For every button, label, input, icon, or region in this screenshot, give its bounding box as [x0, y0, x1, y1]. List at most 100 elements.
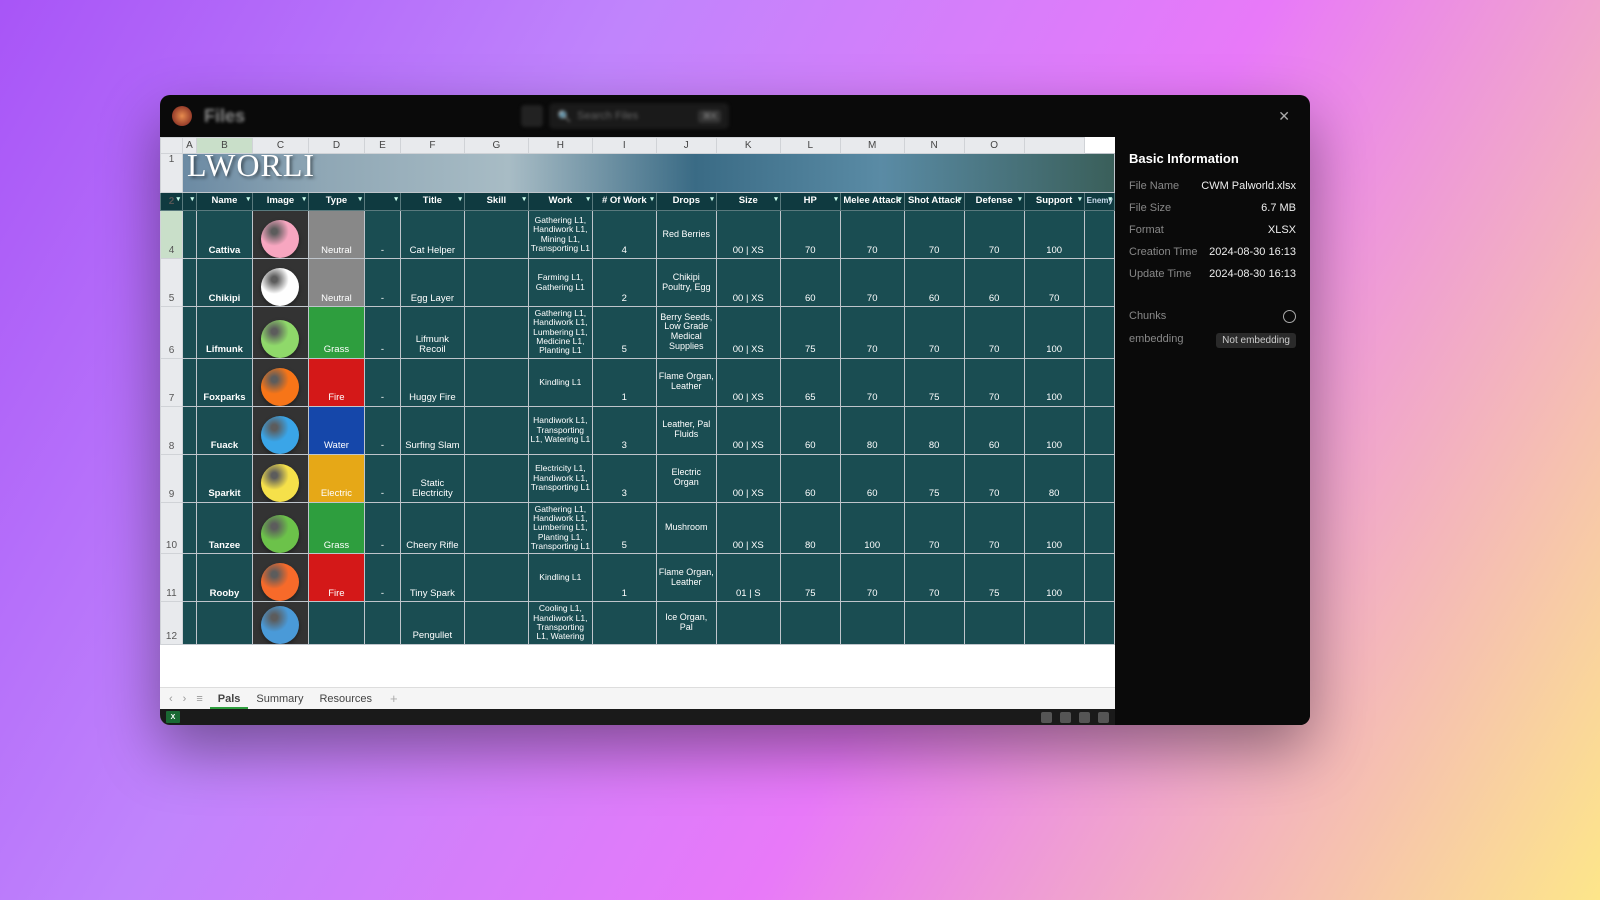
- column-filter-type[interactable]: Type: [308, 193, 364, 211]
- cell-name[interactable]: Fuack: [196, 406, 252, 454]
- row-header[interactable]: 5: [161, 259, 183, 307]
- cell-image[interactable]: [252, 259, 308, 307]
- cell-sup[interactable]: 70: [1024, 259, 1084, 307]
- cell[interactable]: [182, 454, 196, 502]
- cell-size[interactable]: 01 | S: [716, 554, 780, 602]
- cell-skill[interactable]: [464, 307, 528, 359]
- cell[interactable]: -: [364, 307, 400, 359]
- cell-size[interactable]: 00 | XS: [716, 454, 780, 502]
- cell-shot[interactable]: 70: [904, 307, 964, 359]
- column-filter-skill[interactable]: Skill: [464, 193, 528, 211]
- cell-size[interactable]: 00 | XS: [716, 358, 780, 406]
- cell-melee[interactable]: 70: [840, 358, 904, 406]
- cell[interactable]: [364, 602, 400, 644]
- tab-prev-icon[interactable]: ‹: [166, 693, 176, 705]
- cell[interactable]: [1084, 554, 1114, 602]
- cell-name[interactable]: Rooby: [196, 554, 252, 602]
- cell-hp[interactable]: 80: [780, 502, 840, 554]
- row-header[interactable]: 10: [161, 502, 183, 554]
- column-filter-support[interactable]: Support: [1024, 193, 1084, 211]
- cell-title[interactable]: Cat Helper: [400, 211, 464, 259]
- cell-size[interactable]: 00 | XS: [716, 307, 780, 359]
- cell-skill[interactable]: [464, 554, 528, 602]
- cell-melee[interactable]: [840, 602, 904, 644]
- column-filter-drops[interactable]: Drops: [656, 193, 716, 211]
- cell-sup[interactable]: 100: [1024, 358, 1084, 406]
- cell-hp[interactable]: 60: [780, 454, 840, 502]
- cell-shot[interactable]: 70: [904, 211, 964, 259]
- gear-icon[interactable]: [1283, 310, 1296, 323]
- cell-shot[interactable]: [904, 602, 964, 644]
- column-filter-blank[interactable]: [364, 193, 400, 211]
- cell-hp[interactable]: [780, 602, 840, 644]
- sheet-tab-summary[interactable]: Summary: [248, 691, 311, 707]
- cell[interactable]: -: [364, 259, 400, 307]
- row-header[interactable]: 1: [161, 154, 183, 193]
- column-filter-size[interactable]: Size: [716, 193, 780, 211]
- cell[interactable]: -: [364, 406, 400, 454]
- cell-workn[interactable]: 5: [592, 307, 656, 359]
- cell[interactable]: [182, 307, 196, 359]
- column-filter--of-work[interactable]: # Of Work: [592, 193, 656, 211]
- col-header[interactable]: L: [780, 138, 840, 154]
- cell-size[interactable]: 00 | XS: [716, 406, 780, 454]
- spreadsheet-grid[interactable]: ABCDEFGHIJKLMNO1LWORLI2NameImageTypeTitl…: [160, 137, 1115, 645]
- cell-image[interactable]: [252, 307, 308, 359]
- cell[interactable]: [1084, 259, 1114, 307]
- row-header[interactable]: 2: [161, 193, 183, 211]
- cell-hp[interactable]: 65: [780, 358, 840, 406]
- cell[interactable]: -: [364, 554, 400, 602]
- cell-drops[interactable]: Berry Seeds, Low Grade Medical Supplies: [656, 307, 716, 359]
- tab-next-icon[interactable]: ›: [180, 693, 190, 705]
- cell-work[interactable]: Cooling L1, Handiwork L1, Transporting L…: [528, 602, 592, 644]
- cell-skill[interactable]: [464, 454, 528, 502]
- cell-workn[interactable]: 1: [592, 554, 656, 602]
- col-header[interactable]: G: [464, 138, 528, 154]
- cell[interactable]: [182, 259, 196, 307]
- cell-skill[interactable]: [464, 406, 528, 454]
- cell-name[interactable]: Sparkit: [196, 454, 252, 502]
- cell-hp[interactable]: 70: [780, 211, 840, 259]
- cell-drops[interactable]: Flame Organ, Leather: [656, 358, 716, 406]
- cell-name[interactable]: Foxparks: [196, 358, 252, 406]
- cell-def[interactable]: 70: [964, 307, 1024, 359]
- cell-size[interactable]: [716, 602, 780, 644]
- cell-size[interactable]: 00 | XS: [716, 211, 780, 259]
- cell[interactable]: -: [364, 211, 400, 259]
- cell[interactable]: [182, 406, 196, 454]
- cell-drops[interactable]: Flame Organ, Leather: [656, 554, 716, 602]
- column-filter-melee-attack[interactable]: Melee Attack: [840, 193, 904, 211]
- column-filter-shot-attack[interactable]: Shot Attack: [904, 193, 964, 211]
- cell-size[interactable]: 00 | XS: [716, 502, 780, 554]
- cell-melee[interactable]: 60: [840, 454, 904, 502]
- cell-type[interactable]: [308, 602, 364, 644]
- cell-melee[interactable]: 70: [840, 211, 904, 259]
- col-header[interactable]: K: [716, 138, 780, 154]
- cell-drops[interactable]: Electric Organ: [656, 454, 716, 502]
- search-toggle-icon[interactable]: [521, 105, 543, 127]
- col-header[interactable]: B: [196, 138, 252, 154]
- column-filter-work[interactable]: Work: [528, 193, 592, 211]
- cell-sup[interactable]: 100: [1024, 554, 1084, 602]
- cell-def[interactable]: [964, 602, 1024, 644]
- col-header[interactable]: F: [400, 138, 464, 154]
- cell-image[interactable]: [252, 358, 308, 406]
- cell-skill[interactable]: [464, 259, 528, 307]
- cell-type[interactable]: Grass: [308, 502, 364, 554]
- cell-melee[interactable]: 100: [840, 502, 904, 554]
- cell-work[interactable]: Gathering L1, Handiwork L1, Lumbering L1…: [528, 307, 592, 359]
- col-header[interactable]: D: [308, 138, 364, 154]
- column-filter-enemy[interactable]: Enemy: [1084, 193, 1114, 211]
- cell-shot[interactable]: 80: [904, 406, 964, 454]
- cell-shot[interactable]: 70: [904, 502, 964, 554]
- col-header[interactable]: A: [182, 138, 196, 154]
- row-header[interactable]: 12: [161, 602, 183, 644]
- column-filter-name[interactable]: Name: [196, 193, 252, 211]
- cell[interactable]: [1084, 307, 1114, 359]
- cell-title[interactable]: Cheery Rifle: [400, 502, 464, 554]
- col-header[interactable]: M: [840, 138, 904, 154]
- column-filter-title[interactable]: Title: [400, 193, 464, 211]
- status-icon-2[interactable]: [1060, 712, 1071, 723]
- close-icon[interactable]: ✕: [1270, 104, 1298, 129]
- cell-melee[interactable]: 70: [840, 554, 904, 602]
